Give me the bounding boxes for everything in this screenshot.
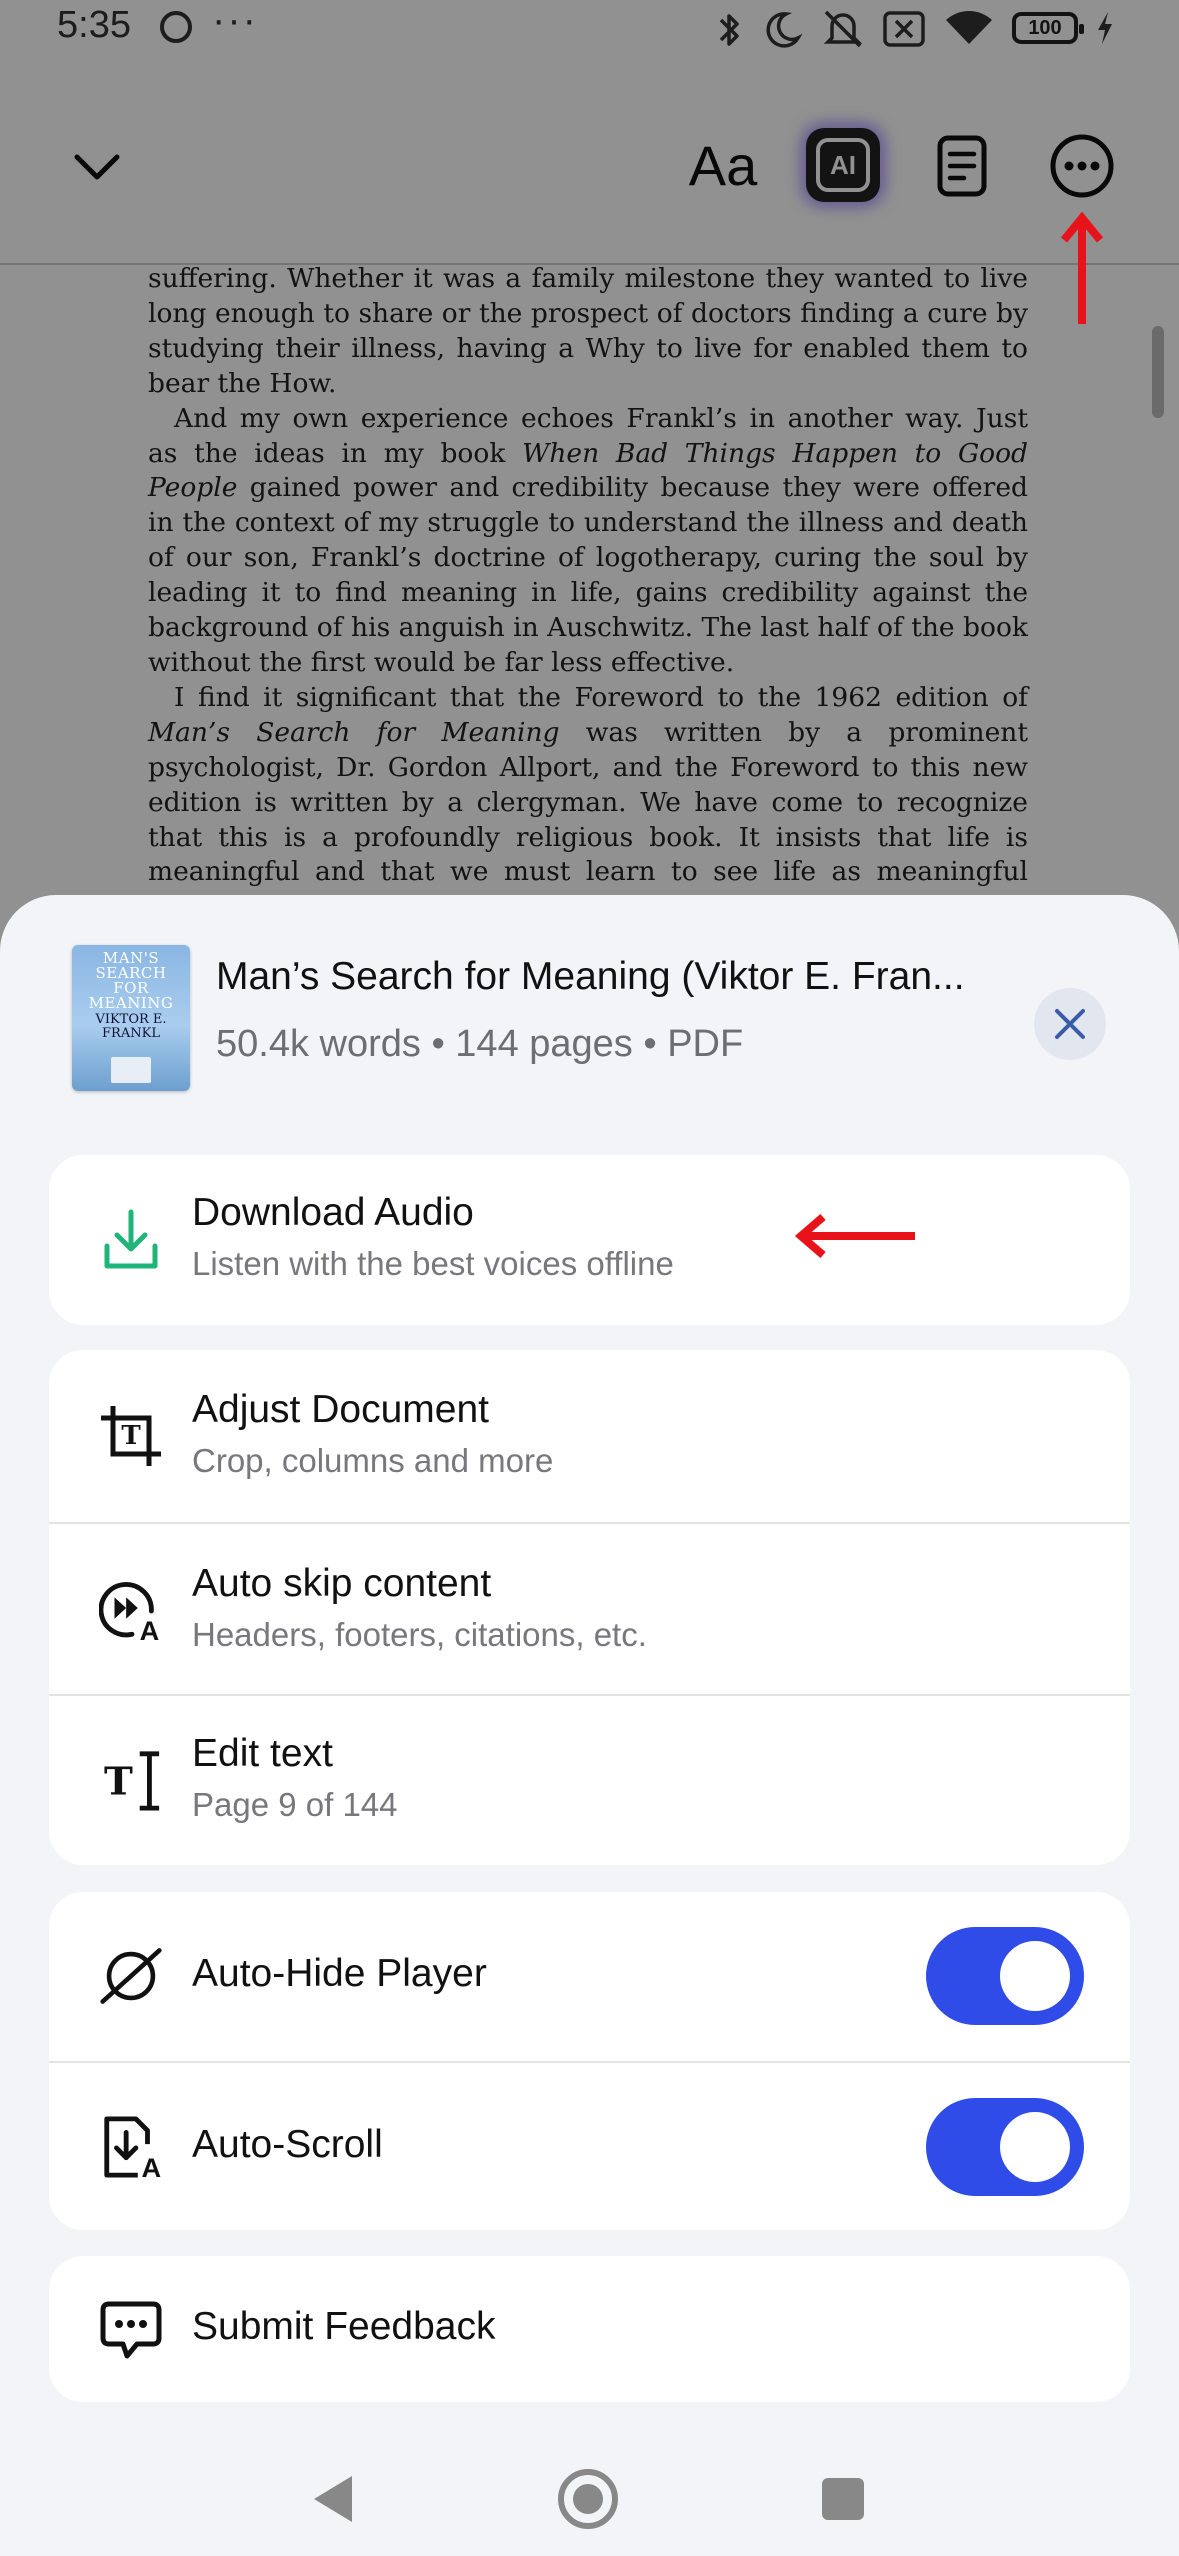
auto-skip-item[interactable]: A Auto skip content Headers, footers, ci… bbox=[49, 1522, 1130, 1694]
adjust-document-subtitle: Crop, columns and more bbox=[192, 1442, 554, 1479]
auto-skip-subtitle: Headers, footers, citations, etc. bbox=[192, 1616, 647, 1653]
document-options-card: T Adjust Document Crop, columns and more… bbox=[49, 1350, 1130, 1865]
edit-text-subtitle: Page 9 of 144 bbox=[192, 1786, 398, 1823]
download-card: Download Audio Listen with the best voic… bbox=[49, 1155, 1130, 1325]
auto-hide-player-title: Auto-Hide Player bbox=[192, 1952, 487, 1995]
annotation-arrow-left bbox=[794, 1213, 915, 1259]
cover-title-line: MEANING bbox=[88, 994, 174, 1012]
eye-off-icon bbox=[99, 1944, 163, 2008]
edit-text-title: Edit text bbox=[192, 1732, 333, 1775]
document-title: Man’s Search for Meaning (Viktor E. Fran… bbox=[216, 955, 965, 998]
auto-hide-player-toggle[interactable] bbox=[926, 1927, 1084, 2025]
adjust-document-title: Adjust Document bbox=[192, 1388, 489, 1431]
player-options-card: Auto-Hide Player A Auto-Scroll bbox=[49, 1892, 1130, 2230]
auto-skip-title: Auto skip content bbox=[192, 1562, 492, 1605]
download-audio-subtitle: Listen with the best voices offline bbox=[192, 1245, 674, 1282]
options-sheet: MAN'S SEARCH FOR MEANING VIKTOR E. FRANK… bbox=[0, 895, 1179, 2556]
download-icon bbox=[99, 1208, 163, 1272]
close-button[interactable] bbox=[1034, 988, 1106, 1060]
adjust-document-item[interactable]: T Adjust Document Crop, columns and more bbox=[49, 1350, 1130, 1522]
edit-text-item[interactable]: T Edit text Page 9 of 144 bbox=[49, 1694, 1130, 1865]
document-meta: 50.4k words • 144 pages • PDF bbox=[216, 1023, 744, 1065]
close-icon bbox=[1055, 1009, 1085, 1039]
svg-text:A: A bbox=[140, 1615, 160, 1643]
svg-text:T: T bbox=[104, 1760, 133, 1805]
book-cover: MAN'S SEARCH FOR MEANING VIKTOR E. FRANK… bbox=[72, 945, 190, 1091]
cover-author-line: FRANKL bbox=[102, 1026, 160, 1041]
auto-scroll-item: A Auto-Scroll bbox=[49, 2061, 1130, 2230]
cover-title: MAN'S SEARCH FOR MEANING bbox=[72, 951, 190, 1011]
toggle-knob bbox=[1000, 2112, 1070, 2182]
chat-bubble-icon bbox=[99, 2298, 163, 2362]
download-audio-item[interactable]: Download Audio Listen with the best voic… bbox=[49, 1155, 1130, 1325]
system-navigation-bar bbox=[0, 2440, 1179, 2556]
document-scroll-icon: A bbox=[99, 2115, 163, 2180]
cover-badge bbox=[111, 1057, 151, 1083]
toggle-knob bbox=[1000, 1941, 1070, 2011]
nav-home-button[interactable] bbox=[553, 2464, 623, 2534]
nav-recents-button[interactable] bbox=[808, 2464, 878, 2534]
auto-hide-player-item: Auto-Hide Player bbox=[49, 1892, 1130, 2061]
home-circle-icon bbox=[558, 2469, 618, 2529]
recents-square-icon bbox=[822, 2478, 864, 2520]
fast-forward-a-icon: A bbox=[99, 1578, 163, 1643]
feedback-card: Submit Feedback bbox=[49, 2256, 1130, 2402]
annotation-arrow-up bbox=[1060, 211, 1104, 324]
submit-feedback-item[interactable]: Submit Feedback bbox=[49, 2256, 1130, 2402]
download-audio-title: Download Audio bbox=[192, 1191, 474, 1234]
auto-scroll-title: Auto-Scroll bbox=[192, 2123, 383, 2166]
nav-back-button[interactable] bbox=[300, 2464, 370, 2534]
submit-feedback-title: Submit Feedback bbox=[192, 2305, 496, 2348]
back-triangle-icon bbox=[314, 2476, 352, 2522]
document-header: MAN'S SEARCH FOR MEANING VIKTOR E. FRANK… bbox=[0, 895, 1179, 1125]
cover-author-line: VIKTOR E. bbox=[95, 1012, 167, 1027]
auto-scroll-toggle[interactable] bbox=[926, 2098, 1084, 2196]
crop-icon: T bbox=[99, 1404, 163, 1468]
svg-text:A: A bbox=[142, 2152, 162, 2180]
text-cursor-icon: T bbox=[99, 1748, 163, 1812]
cover-author: VIKTOR E. FRANKL bbox=[72, 1013, 190, 1041]
svg-text:T: T bbox=[121, 1421, 141, 1451]
